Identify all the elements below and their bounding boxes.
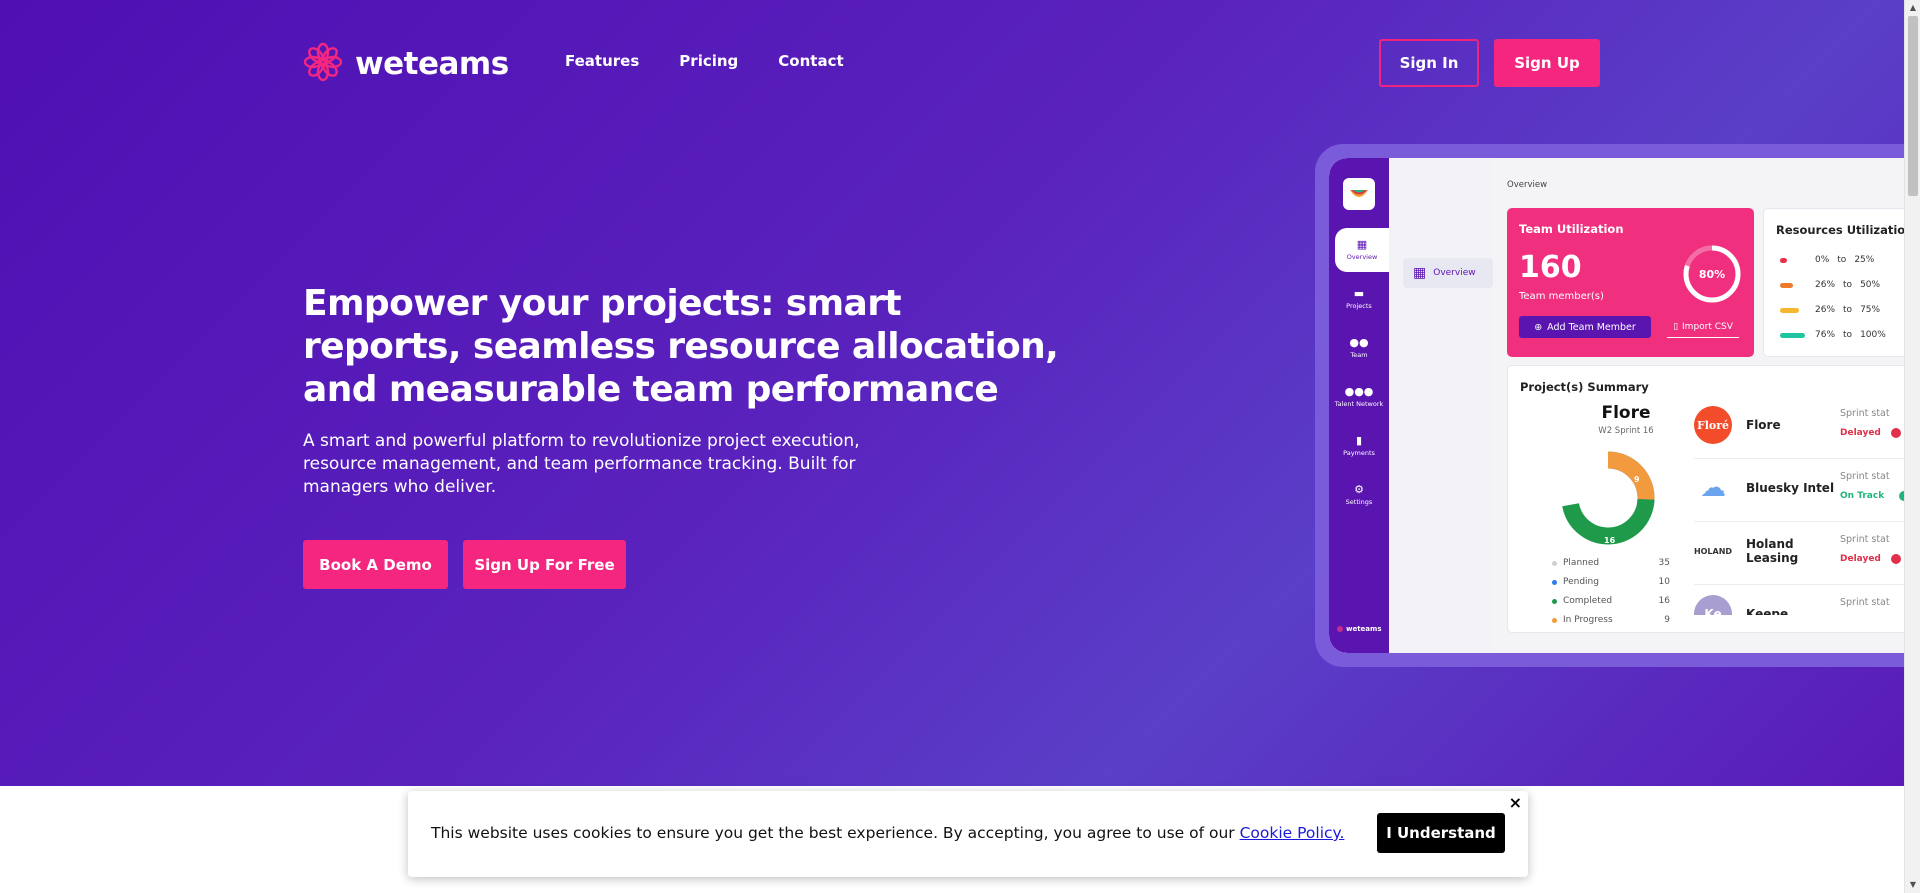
legend-dot bbox=[1552, 598, 1557, 604]
legend-row: Completed 16 bbox=[1552, 596, 1670, 606]
mockup-sidebar-overview: ▦ Overview bbox=[1335, 228, 1389, 272]
mockup-page-label: Overview bbox=[1507, 180, 1548, 190]
project-logo: HOLAND bbox=[1693, 546, 1733, 556]
project-name: Flore bbox=[1601, 403, 1651, 423]
range-bar bbox=[1780, 332, 1805, 338]
folder-icon: ▬ bbox=[1353, 287, 1365, 300]
legend-row: In Progress 9 bbox=[1552, 615, 1670, 625]
cookie-accept-button[interactable]: I Understand bbox=[1377, 813, 1505, 853]
mockup-subnav-overview: ▦ Overview bbox=[1403, 258, 1493, 288]
nav-link-contact[interactable]: Contact bbox=[778, 52, 843, 70]
team-member-label: Team member(s) bbox=[1519, 291, 1604, 302]
import-csv-button: ▯ Import CSV bbox=[1667, 316, 1739, 338]
close-icon[interactable]: × bbox=[1509, 793, 1522, 812]
legend-row: Pending 10 bbox=[1552, 577, 1670, 587]
nav-link-pricing[interactable]: Pricing bbox=[679, 52, 738, 70]
book-demo-button[interactable]: Book A Demo bbox=[303, 540, 448, 589]
cookie-policy-link[interactable]: Cookie Policy. bbox=[1240, 824, 1345, 842]
brand-logo[interactable]: weteams bbox=[303, 42, 509, 86]
mockup-sidebar: ▦ Overview ▬ Projects ●● Team ●●● Talent… bbox=[1329, 158, 1389, 653]
mockup-main: Overview Team Utilization 160 Team membe… bbox=[1493, 158, 1904, 653]
project-list-item: ☁ Bluesky Intel Sprint stat On Track bbox=[1694, 459, 1904, 522]
hero-headline: Empower your projects: smart reports, se… bbox=[303, 283, 1059, 410]
project-summary-title: Project(s) Summary bbox=[1520, 380, 1649, 394]
range-bar bbox=[1780, 282, 1793, 288]
mockup-sidebar-settings: ⚙ Settings bbox=[1345, 483, 1373, 506]
resource-range-row: 26% to 50% bbox=[1780, 280, 1880, 290]
status-badge bbox=[1891, 554, 1901, 564]
flower-logo-icon bbox=[303, 42, 343, 86]
team-utilization-title: Team Utilization bbox=[1519, 222, 1624, 236]
brand-dot-icon bbox=[1337, 626, 1343, 632]
legend-dot bbox=[1552, 617, 1557, 623]
legend-dot bbox=[1552, 579, 1557, 585]
hero-subtext: A smart and powerful platform to revolut… bbox=[303, 431, 860, 497]
brand-name: weteams bbox=[355, 46, 509, 82]
resource-range-row: 76% to 100% bbox=[1780, 330, 1886, 340]
sign-up-button[interactable]: Sign Up bbox=[1494, 39, 1600, 87]
resource-range-row: 26% to 75% bbox=[1780, 305, 1880, 315]
project-summary-card: Project(s) Summary Flore W2 Sprint 16 10… bbox=[1507, 365, 1904, 633]
mockup-subnav: ▦ Overview bbox=[1389, 158, 1493, 653]
network-icon: ●●● bbox=[1344, 385, 1374, 398]
project-list-item: Floré Flore Sprint stat Delayed bbox=[1694, 396, 1904, 459]
sign-in-button[interactable]: Sign In bbox=[1379, 39, 1479, 87]
sprint-label: W2 Sprint 16 bbox=[1598, 426, 1654, 436]
add-user-icon: ⊕ bbox=[1534, 321, 1543, 333]
team-utilization-card: Team Utilization 160 Team member(s) 80% … bbox=[1507, 208, 1754, 357]
sign-up-free-button[interactable]: Sign Up For Free bbox=[463, 540, 626, 589]
project-logo: Floré bbox=[1694, 406, 1732, 444]
dashboard-mockup: ▦ Overview ▬ Projects ●● Team ●●● Talent… bbox=[1315, 144, 1904, 667]
cookie-message: This website uses cookies to ensure you … bbox=[431, 824, 1345, 842]
resources-utilization-card: Resources Utilization 0% to 25% 26% to 5… bbox=[1763, 208, 1904, 357]
range-bar bbox=[1780, 257, 1787, 263]
grid-icon: ▦ bbox=[1356, 238, 1368, 251]
mockup-sidebar-talent-network: ●●● Talent Network bbox=[1334, 385, 1384, 408]
project-donut-chart: 10 9 16 bbox=[1561, 451, 1655, 545]
nav-link-features[interactable]: Features bbox=[565, 52, 639, 70]
donut-label-pending: 10 bbox=[1575, 481, 1587, 490]
legend-row: Planned 35 bbox=[1552, 558, 1670, 568]
donut-label-in-progress: 9 bbox=[1634, 475, 1640, 484]
project-logo: Ke bbox=[1694, 595, 1732, 615]
top-navigation: weteams Features Pricing Contact Sign In… bbox=[303, 38, 1904, 88]
mockup-sidebar-team: ●● Team bbox=[1349, 336, 1369, 359]
page-scrollbar[interactable]: ▲ ▼ bbox=[1904, 0, 1920, 893]
project-list-item: Ke Keepe Sprint stat bbox=[1694, 585, 1904, 615]
receipt-icon: ▮ bbox=[1355, 434, 1363, 447]
grid-icon: ▦ bbox=[1413, 265, 1427, 281]
cloud-logo-icon: ☁ bbox=[1700, 473, 1726, 503]
utilization-percent: 80% bbox=[1698, 267, 1726, 281]
cookie-banner: This website uses cookies to ensure you … bbox=[408, 791, 1528, 877]
status-badge bbox=[1891, 428, 1901, 438]
add-team-member-button: ⊕ Add Team Member bbox=[1519, 316, 1651, 338]
scroll-thumb[interactable] bbox=[1908, 16, 1918, 196]
resource-range-row: 0% to 25% bbox=[1780, 255, 1874, 265]
app-logo-icon bbox=[1343, 178, 1375, 210]
project-list-item: HOLAND Holand Leasing Sprint stat Delaye… bbox=[1694, 522, 1904, 585]
team-member-count: 160 bbox=[1519, 250, 1582, 285]
scroll-down-icon[interactable]: ▼ bbox=[1905, 877, 1920, 893]
team-icon: ●● bbox=[1349, 336, 1369, 349]
gear-icon: ⚙ bbox=[1354, 483, 1364, 496]
legend-dot bbox=[1552, 560, 1557, 566]
donut-label-completed: 16 bbox=[1604, 536, 1616, 545]
file-icon: ▯ bbox=[1673, 321, 1679, 332]
scroll-up-icon[interactable]: ▲ bbox=[1905, 0, 1920, 16]
resources-utilization-title: Resources Utilization bbox=[1776, 223, 1904, 237]
mockup-sidebar-projects: ▬ Projects bbox=[1346, 287, 1372, 310]
mockup-sidebar-payments: ▮ Payments bbox=[1343, 434, 1375, 457]
hero-section: weteams Features Pricing Contact Sign In… bbox=[0, 0, 1904, 786]
mockup-sidebar-brand: weteams bbox=[1337, 625, 1382, 633]
range-bar bbox=[1780, 307, 1799, 313]
